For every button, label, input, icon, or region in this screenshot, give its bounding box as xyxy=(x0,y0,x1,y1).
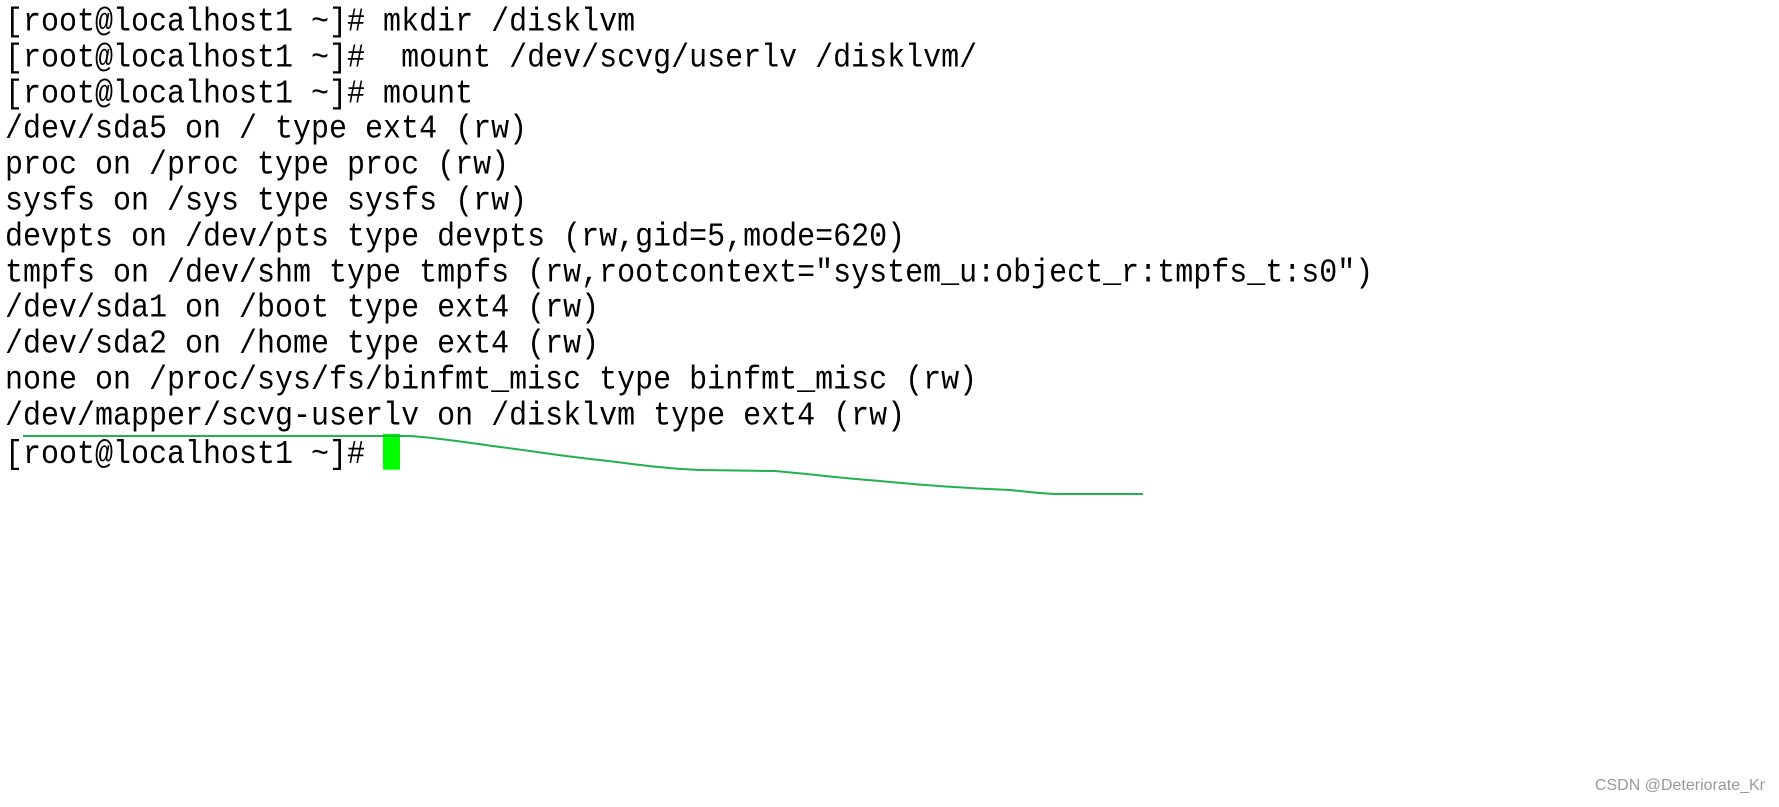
watermark: CSDN @Deteriorate_Kr xyxy=(1594,777,1765,794)
annotation-underline xyxy=(23,435,1143,495)
green-annotation-stroke xyxy=(23,435,1143,495)
